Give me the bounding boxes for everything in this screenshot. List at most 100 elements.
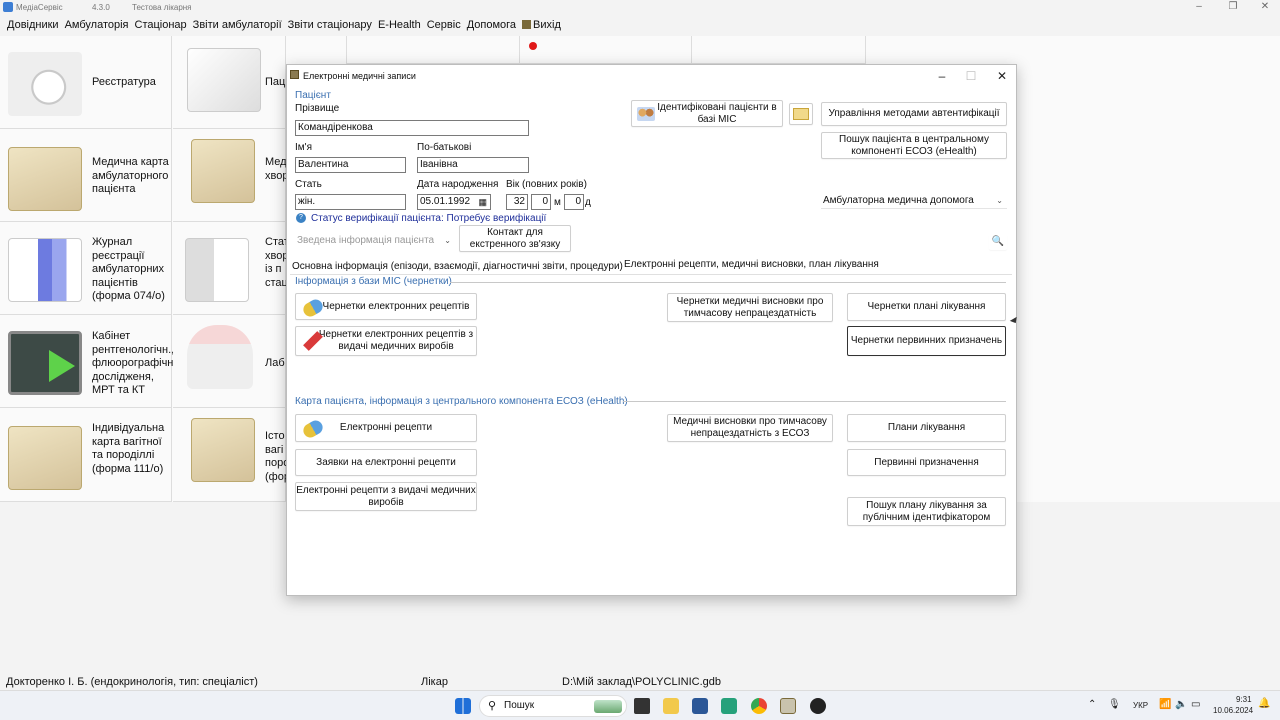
menu-service[interactable]: Сервіс — [424, 19, 464, 31]
dob-field[interactable]: 05.01.1992 ▦ — [417, 194, 491, 210]
tile-label: Мед хвор — [265, 156, 289, 182]
notes-icon[interactable] — [721, 698, 737, 714]
primary-button[interactable]: Первинні призначення — [847, 449, 1006, 476]
tile-col2-4[interactable]: Лаб — [173, 315, 286, 408]
zoom-button[interactable]: 🔍 — [989, 234, 1007, 250]
age-years-field[interactable]: 32 — [506, 194, 528, 210]
dob-value: 05.01.1992 — [420, 196, 471, 207]
tab-erecipes[interactable]: Електронні рецепти, медичні висновки, пл… — [624, 259, 879, 270]
statusbar: Докторенко І. Б. (ендокринологія, тип: с… — [0, 674, 1280, 690]
folder-search-icon — [793, 108, 809, 120]
wifi-icon[interactable]: 📶 — [1159, 699, 1171, 710]
age-months-field[interactable]: 0 — [531, 194, 551, 210]
tile-label: Пац — [265, 76, 286, 88]
microphone-icon[interactable]: 🎙 — [1108, 699, 1121, 710]
emergency-contact-button[interactable]: Контакт для екстренного зв'язку — [459, 225, 571, 252]
summary-combo[interactable]: Зведена інформація пацієнта ⌄ — [295, 233, 455, 249]
search-placeholder: Пошук — [504, 700, 535, 711]
surname-field[interactable]: Командіренкова — [295, 120, 529, 136]
app-version: 4.3.0 — [92, 3, 110, 12]
tile-label: Стат хвор із п стац — [265, 236, 289, 289]
menu-ehealth[interactable]: E-Health — [375, 19, 424, 31]
windows-taskbar: ⚲ Пошук ⌃ 🎙 УКР 📶 🔈 ▭ 9:31 10.06.2024 🔔 — [0, 690, 1280, 720]
search-plan-button[interactable]: Пошук плану лікування за публічним ідент… — [847, 497, 1006, 526]
tile-col2-1[interactable]: Пац — [173, 36, 286, 129]
draft-recipes-devices-button[interactable]: Чернетки електронних рецептів з видачі м… — [295, 326, 477, 356]
dialog-maximize-button[interactable]: ☐ — [957, 68, 985, 84]
minimize-button[interactable]: – — [1182, 0, 1216, 14]
menu-exit[interactable]: Вихід — [519, 19, 564, 31]
menu-outpatient-reports[interactable]: Звіти амбулаторії — [190, 19, 285, 31]
menu-directories[interactable]: Довідники — [4, 19, 62, 31]
mis-app-icon[interactable] — [780, 698, 796, 714]
tile-top-5[interactable] — [692, 36, 866, 64]
stats-icon — [185, 238, 249, 302]
tile-pregnancy[interactable]: Індивідуальна карта вагітної та породілл… — [0, 408, 172, 502]
tile-col2-5[interactable]: Істо вагі поро (фор — [173, 408, 290, 502]
name-field[interactable]: Валентина — [295, 157, 406, 173]
tile-col2-3[interactable]: Стат хвор із п стац — [173, 222, 289, 315]
tile-top-3[interactable] — [346, 36, 520, 64]
recipe-requests-button[interactable]: Заявки на електронні рецепти — [295, 449, 477, 476]
windows-start-icon[interactable] — [455, 698, 471, 714]
age-days-field[interactable]: 0 — [564, 194, 584, 210]
recipes-devices-button[interactable]: Електронні рецепти з видачі медичних вир… — [295, 482, 477, 511]
word-icon[interactable] — [692, 698, 708, 714]
chrome-icon[interactable] — [751, 698, 767, 714]
tray-chevron-icon[interactable]: ⌃ — [1088, 699, 1096, 710]
volume-icon[interactable]: 🔈 — [1175, 699, 1187, 710]
sex-field[interactable]: жін. — [295, 194, 406, 210]
draft-recipes-button[interactable]: Чернетки електронних рецептів — [295, 293, 477, 320]
maximize-button[interactable]: ❐ — [1216, 0, 1250, 14]
dialog-title: Електронні медичні записи — [303, 71, 416, 81]
draft-disability-button[interactable]: Чернетки медичні висновки про тимчасову … — [667, 293, 833, 322]
tile-journal[interactable]: Журнал реєстрації амбулаторних пацієнтів… — [0, 222, 172, 315]
auth-methods-button[interactable]: Управління методами автентифікації — [821, 102, 1007, 126]
tile-col2-2[interactable]: Мед хвор — [173, 129, 289, 222]
draft-plans-button[interactable]: Чернетки плані лікування — [847, 293, 1006, 321]
tile-xray[interactable]: Кабінет рентгенологічн., флюорографічн. … — [0, 315, 177, 408]
age-label: Вік (повних років) — [506, 179, 587, 190]
care-type-combo[interactable]: Амбулаторна медична допомога ⌄ — [821, 193, 1007, 209]
task-view-icon[interactable] — [634, 698, 650, 714]
menu-outpatient[interactable]: Амбулаторія — [62, 19, 132, 31]
tile-outpatient-card[interactable]: Медична карта амбулаторного пацієнта — [0, 129, 172, 222]
app-db-label: Тестова лікарня — [132, 3, 192, 12]
surname-label: Прізвище — [295, 103, 340, 114]
draft-primary-button[interactable]: Чернетки первинних призначень — [847, 326, 1006, 356]
plans-button[interactable]: Плани лікування — [847, 414, 1006, 442]
file-explorer-icon[interactable] — [663, 698, 679, 714]
tab-main-info[interactable]: Основна інформація (епізоди, взаємодії, … — [292, 261, 623, 272]
tile-registry[interactable]: Реєстратура — [0, 36, 172, 129]
menu-inpatient[interactable]: Стаціонар — [132, 19, 190, 31]
dialog-minimize-button[interactable]: – — [928, 68, 956, 84]
close-button[interactable]: ✕ — [1248, 0, 1280, 14]
status-db-path: D:\Мій заклад\POLYCLINIC.gdb — [562, 676, 721, 688]
tile-top-4[interactable] — [520, 36, 692, 64]
erecipes-button[interactable]: Електронні рецепти — [295, 414, 477, 442]
journal-chart-icon — [8, 238, 82, 302]
app-icon — [3, 2, 13, 12]
clock-time[interactable]: 9:31 — [1236, 695, 1252, 704]
dialog-close-button[interactable]: ✕ — [988, 68, 1016, 84]
menu-help[interactable]: Допомога — [464, 19, 519, 31]
calendar-icon[interactable]: ▦ — [478, 195, 487, 209]
taskbar-search[interactable]: ⚲ Пошук — [479, 695, 627, 717]
folder-search-button[interactable] — [789, 103, 813, 125]
search-icon: ⚲ — [488, 700, 497, 712]
lang-indicator[interactable]: УКР — [1133, 701, 1148, 710]
lab-tubes-icon — [187, 325, 253, 389]
patronymic-field[interactable]: Іванівна — [417, 157, 529, 173]
age-months-unit: м — [554, 197, 561, 208]
search-central-button[interactable]: Пошук пацієнта в центральному компоненті… — [821, 132, 1007, 159]
menu-inpatient-reports[interactable]: Звіти стаціонару — [285, 19, 375, 31]
battery-icon[interactable]: ▭ — [1191, 699, 1200, 710]
identified-patients-button[interactable]: Ідентифіковані пацієнти в базі МІС — [631, 100, 783, 127]
tile-label: Кабінет рентгенологічн., флюорографічн. … — [92, 330, 177, 396]
app-icon-dark[interactable] — [810, 698, 826, 714]
disability-ecoz-button[interactable]: Медичні висновки про тимчасову непрацезд… — [667, 414, 833, 442]
notification-bell-icon[interactable]: 🔔 — [1258, 698, 1270, 709]
care-type-value: Амбулаторна медична допомога — [823, 195, 974, 206]
clock-date[interactable]: 10.06.2024 — [1213, 706, 1253, 715]
chevron-down-icon: ⌄ — [444, 236, 451, 245]
